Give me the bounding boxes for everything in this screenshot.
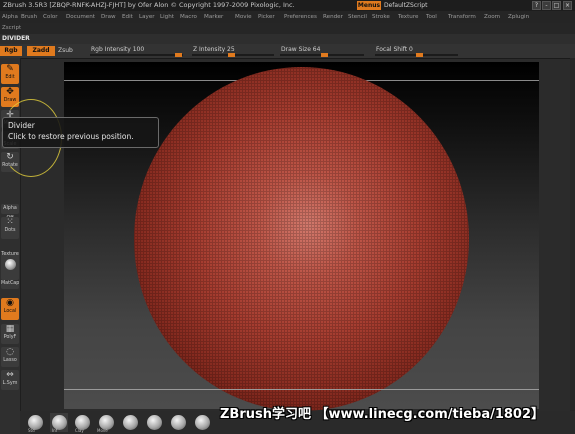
local-label: Local	[3, 309, 17, 314]
menu-movie[interactable]: Movie	[235, 11, 252, 23]
matcap-sphere-icon	[4, 259, 16, 270]
maximize-icon[interactable]: □	[552, 1, 561, 10]
polyframe-button[interactable]: ▦ PolyF	[1, 324, 19, 344]
brush-inf-label: Inf	[52, 428, 58, 433]
menu-macro[interactable]: Macro	[180, 11, 197, 23]
polyframe-label: PolyF	[3, 335, 17, 340]
sphere-mesh-overlay	[134, 67, 469, 411]
top-toolbar: Rgb Zadd Zsub Rgb Intensity 100 Z Intens…	[0, 44, 575, 59]
menu-document[interactable]: Document	[66, 11, 95, 23]
rgb-intensity-slider[interactable]	[90, 54, 183, 56]
brush-move-label: Move	[97, 428, 108, 433]
divider[interactable]: DIVIDER	[0, 34, 575, 44]
local-button[interactable]: ◉ Local	[1, 298, 19, 320]
lsym-icon: ⇔	[6, 370, 14, 380]
edit-icon: ✎	[6, 64, 14, 74]
zsub-button[interactable]: Zsub	[58, 46, 73, 56]
menu-zoom[interactable]: Zoom	[484, 11, 500, 23]
draw-size-handle[interactable]	[321, 53, 328, 57]
watermark-text: ZBrush学习吧 【www.linecg.com/tieba/1802】	[220, 407, 545, 422]
menu-preferences[interactable]: Preferences	[284, 11, 317, 23]
menu-stroke[interactable]: Stroke	[372, 11, 390, 23]
brush-clay-label: Clay	[75, 428, 84, 433]
focal-shift-label: Focal Shift 0	[376, 46, 413, 53]
alpha-button[interactable]: Alpha Off	[1, 204, 19, 221]
matcap-label: MatCap	[1, 281, 20, 286]
minimize-icon[interactable]: -	[542, 1, 551, 10]
edit-button[interactable]: ✎ Edit	[1, 64, 19, 84]
brush-smooth-icon[interactable]	[171, 415, 186, 430]
tooltip-body: Click to restore previous position.	[8, 132, 134, 141]
polyframe-icon: ▦	[5, 324, 15, 334]
menus-button[interactable]: Menus	[357, 1, 381, 10]
lsym-label: L.Sym	[2, 381, 18, 386]
menu-alpha[interactable]: Alpha	[2, 11, 18, 23]
menu-draw[interactable]: Draw	[101, 11, 116, 23]
canvas-bottom-guide	[64, 389, 539, 390]
right-shelf	[570, 58, 575, 411]
draw-size-label: Draw Size 64	[281, 46, 321, 53]
rgb-button[interactable]: Rgb	[0, 46, 22, 56]
menu-brush[interactable]: Brush	[21, 11, 37, 23]
matcap-button[interactable]: MatCap	[1, 281, 19, 289]
dots-icon: ⁙	[6, 217, 14, 227]
dots-label: Dots	[4, 228, 16, 233]
menu-zplugin[interactable]: Zplugin	[508, 11, 529, 23]
zscript-row: Zscript	[0, 23, 575, 34]
menu-light[interactable]: Light	[160, 11, 174, 23]
zscript-label[interactable]: Zscript	[2, 23, 21, 34]
z-intensity-handle[interactable]	[228, 53, 235, 57]
brush-pinch-icon[interactable]	[123, 415, 138, 430]
tooltip: Divider Click to restore previous positi…	[2, 117, 159, 148]
brush-layer-icon[interactable]	[195, 415, 210, 430]
rgb-intensity-handle[interactable]	[175, 53, 182, 57]
tooltip-title: Divider	[8, 121, 35, 130]
divider-label: DIVIDER	[2, 35, 30, 42]
help-icon[interactable]: ?	[532, 1, 541, 10]
app-title: ZBrush 3.5R3 [ZBQP-RNFK-AHZJ-FJHT] by Of…	[3, 1, 295, 9]
texture-label: Texture	[1, 252, 19, 257]
edit-label: Edit	[5, 75, 15, 80]
menu-stencil[interactable]: Stencil	[348, 11, 367, 23]
draw-icon: ✥	[6, 87, 14, 97]
lsym-button[interactable]: ⇔ L.Sym	[1, 370, 19, 390]
menu-render[interactable]: Render	[323, 11, 343, 23]
menu-picker[interactable]: Picker	[258, 11, 275, 23]
menu-color[interactable]: Color	[43, 11, 58, 23]
menu-layer[interactable]: Layer	[139, 11, 155, 23]
brush-flatten-icon[interactable]	[147, 415, 162, 430]
brush-std-label: Std	[28, 428, 35, 433]
menu-tool[interactable]: Tool	[426, 11, 437, 23]
menu-texture[interactable]: Texture	[398, 11, 418, 23]
focal-shift-handle[interactable]	[416, 53, 423, 57]
menu-marker[interactable]: Marker	[204, 11, 223, 23]
menu-edit[interactable]: Edit	[122, 11, 133, 23]
close-icon[interactable]: ×	[563, 1, 572, 10]
rgb-intensity-label: Rgb Intensity 100	[91, 46, 145, 53]
zadd-button[interactable]: Zadd	[27, 46, 55, 56]
default-zscript-button[interactable]: DefaultZScript	[384, 0, 427, 11]
lasso-icon: ◌	[6, 347, 14, 357]
local-icon: ◉	[6, 298, 14, 308]
dots-stroke-button[interactable]: ⁙ Dots	[1, 217, 19, 239]
texture-button[interactable]: Texture	[1, 252, 19, 280]
lasso-label: Lasso	[3, 358, 17, 363]
menu-transform[interactable]: Transform	[448, 11, 476, 23]
lasso-button[interactable]: ◌ Lasso	[1, 347, 19, 367]
title-bar: ZBrush 3.5R3 [ZBQP-RNFK-AHZJ-FJHT] by Of…	[0, 0, 575, 11]
